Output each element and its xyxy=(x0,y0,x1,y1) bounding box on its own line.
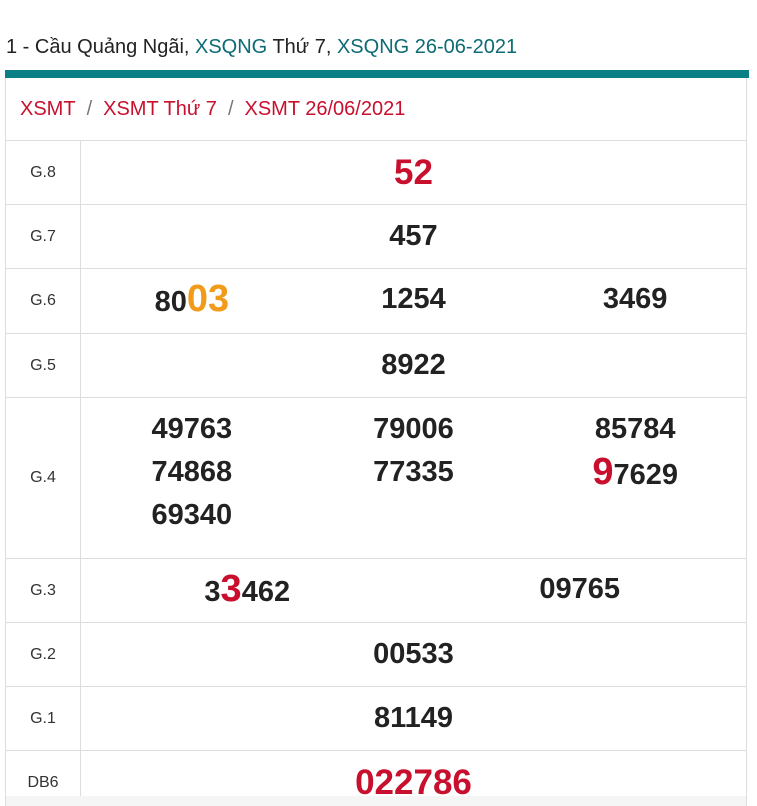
table-row-g5: G.5 8922 xyxy=(6,333,746,398)
prize-number: 85784 xyxy=(594,413,676,445)
title-prefix: 1 - Cầu Quảng Ngãi, xyxy=(6,36,195,58)
number-highlight: 3 xyxy=(220,567,242,610)
prize-number: 77335 xyxy=(373,456,454,488)
number-part: 3 xyxy=(204,575,221,608)
table-row-g2: G.2 00533 xyxy=(6,622,746,687)
prize-label: G.1 xyxy=(6,686,81,751)
prize-label: G.3 xyxy=(6,558,81,623)
breadcrumb-separator: / xyxy=(227,97,234,120)
results-table: G.8 52 G.7 457 G.6 8003 1254 3469 G.5 89… xyxy=(6,141,746,806)
prize-label: G.8 xyxy=(6,141,81,205)
prize-number: 69340 xyxy=(151,499,233,531)
page-title: 1 - Cầu Quảng Ngãi, XSQNG Thứ 7, XSQNG 2… xyxy=(6,34,517,60)
prize-number: 457 xyxy=(389,220,438,252)
bottom-strip xyxy=(6,796,746,806)
table-row-g3: G.3 33462 09765 xyxy=(6,558,746,623)
prize-number: 33462 xyxy=(204,568,290,614)
prize-numbers: 457 xyxy=(80,204,746,269)
prize-numbers: 8922 xyxy=(80,333,746,398)
prize-number: 74868 xyxy=(151,456,233,488)
prize-label: G.4 xyxy=(6,397,81,559)
prize-numbers: 00533 xyxy=(80,622,746,687)
number-highlight: 9 xyxy=(592,451,614,493)
prize-number: 1254 xyxy=(381,283,446,315)
prize-label: G.2 xyxy=(6,622,81,687)
prize-numbers: 8003 1254 3469 xyxy=(80,268,746,334)
table-row-g8: G.8 52 xyxy=(6,141,746,205)
breadcrumb-item-xsmt-thu-7[interactable]: XSMT Thứ 7 xyxy=(103,98,217,121)
prize-number: 8003 xyxy=(155,278,230,324)
table-row-g4: G.4 49763 74868 69340 79006 77335 85784 … xyxy=(6,397,746,559)
breadcrumb-item-xsmt-date[interactable]: XSMT 26/06/2021 xyxy=(245,98,406,121)
number-part: 7629 xyxy=(613,459,678,491)
prize-numbers: 52 xyxy=(80,141,746,205)
accent-bar xyxy=(5,70,749,78)
number-part: 462 xyxy=(241,575,291,608)
prize-number: 8922 xyxy=(381,349,446,381)
prize-label: G.6 xyxy=(6,268,81,334)
page: 1 - Cầu Quảng Ngãi, XSQNG Thứ 7, XSQNG 2… xyxy=(0,0,757,806)
table-row-g7: G.7 457 xyxy=(6,204,746,269)
prize-number: 09765 xyxy=(539,572,621,605)
prize-label: G.7 xyxy=(6,204,81,269)
table-row-g6: G.6 8003 1254 3469 xyxy=(6,268,746,334)
number-highlight: 03 xyxy=(186,278,230,320)
breadcrumb-item-xsmt[interactable]: XSMT xyxy=(20,98,76,121)
title-middle: Thứ 7, xyxy=(267,36,337,58)
prize-numbers: 33462 09765 xyxy=(80,558,746,623)
title-link-xsqng-date[interactable]: XSQNG 26-06-2021 xyxy=(337,36,517,58)
prize-number: 79006 xyxy=(373,413,454,445)
prize-number: 3469 xyxy=(602,283,668,315)
title-link-xsqng[interactable]: XSQNG xyxy=(195,36,267,58)
prize-number: 00533 xyxy=(373,638,454,670)
prize-label: G.5 xyxy=(6,333,81,398)
prize-number: 49763 xyxy=(151,413,233,445)
prize-number: 52 xyxy=(394,153,433,192)
prize-number: 81149 xyxy=(373,702,454,734)
number-part: 80 xyxy=(154,286,187,318)
breadcrumb: XSMT / XSMT Thứ 7 / XSMT 26/06/2021 xyxy=(6,78,746,141)
prize-numbers: 49763 74868 69340 79006 77335 85784 9762… xyxy=(80,397,746,559)
table-row-g1: G.1 81149 xyxy=(6,686,746,751)
breadcrumb-separator: / xyxy=(86,97,93,120)
prize-number: 97629 xyxy=(524,451,746,497)
prize-numbers: 81149 xyxy=(80,686,746,751)
results-box: XSMT / XSMT Thứ 7 / XSMT 26/06/2021 G.8 … xyxy=(5,78,747,806)
